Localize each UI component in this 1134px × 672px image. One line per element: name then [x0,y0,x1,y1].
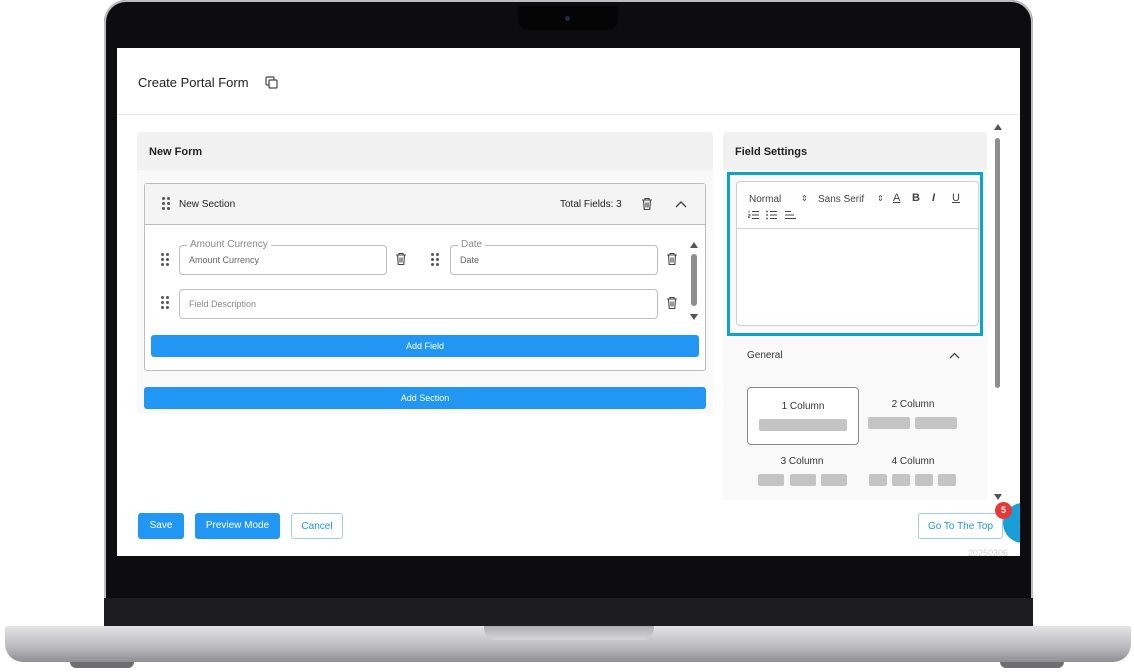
page-title: Create Portal Form [138,75,249,90]
editor-toolbar: Normal ⇕ Sans Serif ⇕ A B I U [737,182,978,229]
bold-button[interactable]: B [912,192,920,204]
page-scrollbar[interactable] [993,124,1003,504]
layout-bar [790,474,816,486]
laptop-foot-left [70,662,134,668]
section-name: New Section [179,199,236,210]
amount-currency-field[interactable]: Amount Currency Amount Currency [179,239,387,275]
layout-3-column[interactable]: 3 Column [747,446,857,500]
scroll-up-arrow-icon[interactable] [994,124,1002,130]
field-legend: Amount Currency [187,239,271,251]
save-button[interactable]: Save [138,513,184,539]
layout-bar [821,474,847,486]
layout-label: 4 Column [891,456,935,467]
laptop-foot-right [1000,662,1064,668]
drag-handle-icon[interactable] [161,296,169,310]
select-arrows-icon[interactable]: ⇕ [877,194,884,203]
italic-button[interactable]: I [932,192,935,204]
laptop-base-groove [484,626,654,640]
editor-highlight-frame: Normal ⇕ Sans Serif ⇕ A B I U [727,172,983,336]
select-arrows-icon[interactable]: ⇕ [801,194,808,203]
section-header[interactable]: New Section Total Fields: 3 [145,184,705,225]
delete-field-icon[interactable] [666,252,678,266]
drag-handle-icon[interactable] [162,197,170,211]
form-builder-header: New Form [137,132,713,170]
layout-bar [892,474,910,486]
layout-bar [758,474,784,486]
field-settings-panel: Field Settings Normal ⇕ Sans Serif ⇕ A B… [723,132,987,500]
delete-field-icon[interactable] [395,252,407,266]
form-title: New Form [149,146,203,158]
chevron-up-icon[interactable] [949,352,960,359]
form-builder-card: New Form New Section Total Fields: 3 Amo… [137,132,713,414]
date-field[interactable]: Date Date [450,239,658,275]
layout-label: 1 Column [781,401,825,412]
general-accordion-header[interactable]: General [733,344,977,368]
add-section-button[interactable]: Add Section [144,387,706,409]
drag-handle-icon[interactable] [431,253,439,267]
scroll-thumb[interactable] [995,138,1000,388]
version-text: 20250306 [968,548,1009,556]
layout-bar [915,417,957,429]
notification-badge: 5 [995,502,1012,519]
field-settings-title: Field Settings [735,146,808,158]
field-description-input[interactable]: Field Description [179,289,658,319]
field-placeholder: Field Description [189,299,257,309]
scroll-up-arrow-icon[interactable] [690,242,698,248]
delete-field-icon[interactable] [666,296,678,310]
app-screen: Create Portal Form New Form New Section … [117,48,1020,556]
rich-text-editor[interactable]: Normal ⇕ Sans Serif ⇕ A B I U [736,181,979,326]
delete-section-icon[interactable] [641,197,653,211]
font-select[interactable]: Sans Serif [818,194,864,205]
align-left-icon[interactable] [785,210,796,220]
layout-bar [868,417,910,429]
camera-icon [565,16,570,21]
field-settings-header: Field Settings [723,132,987,170]
copy-icon[interactable] [265,76,278,89]
add-field-button[interactable]: Add Field [151,335,699,357]
ordered-list-icon[interactable] [748,210,759,220]
layout-4-column[interactable]: 4 Column [858,446,968,500]
section-scrollbar[interactable] [688,242,700,324]
layout-2-column[interactable]: 2 Column [858,387,968,443]
cancel-button[interactable]: Cancel [291,513,343,539]
scroll-down-arrow-icon[interactable] [994,494,1002,500]
layout-label: 2 Column [891,399,935,410]
total-fields-count: Total Fields: 3 [560,199,622,210]
preview-mode-button[interactable]: Preview Mode [195,513,280,539]
layout-bar [869,474,887,486]
layout-bar [759,419,847,431]
page-header: Create Portal Form [117,48,1020,115]
header-select[interactable]: Normal [749,194,781,205]
layout-label: 3 Column [780,456,824,467]
scroll-down-arrow-icon[interactable] [690,314,698,320]
field-legend: Date [458,239,486,251]
laptop-bezel-bottom [104,598,1033,626]
bullet-list-icon[interactable] [766,210,777,220]
field-value: Date [460,255,480,265]
drag-handle-icon[interactable] [161,253,169,267]
general-label: General [747,350,783,361]
field-value: Amount Currency [189,255,260,265]
text-color-button[interactable]: A [893,192,900,204]
form-section: New Section Total Fields: 3 Amount Curre… [144,183,706,371]
underline-button[interactable]: U [952,192,960,204]
layout-bar [938,474,956,486]
chevron-up-icon[interactable] [675,200,687,208]
layout-1-column[interactable]: 1 Column [747,387,859,445]
scroll-thumb[interactable] [691,254,697,306]
layout-bar [915,474,933,486]
go-to-top-button[interactable]: Go To The Top [918,513,1003,539]
